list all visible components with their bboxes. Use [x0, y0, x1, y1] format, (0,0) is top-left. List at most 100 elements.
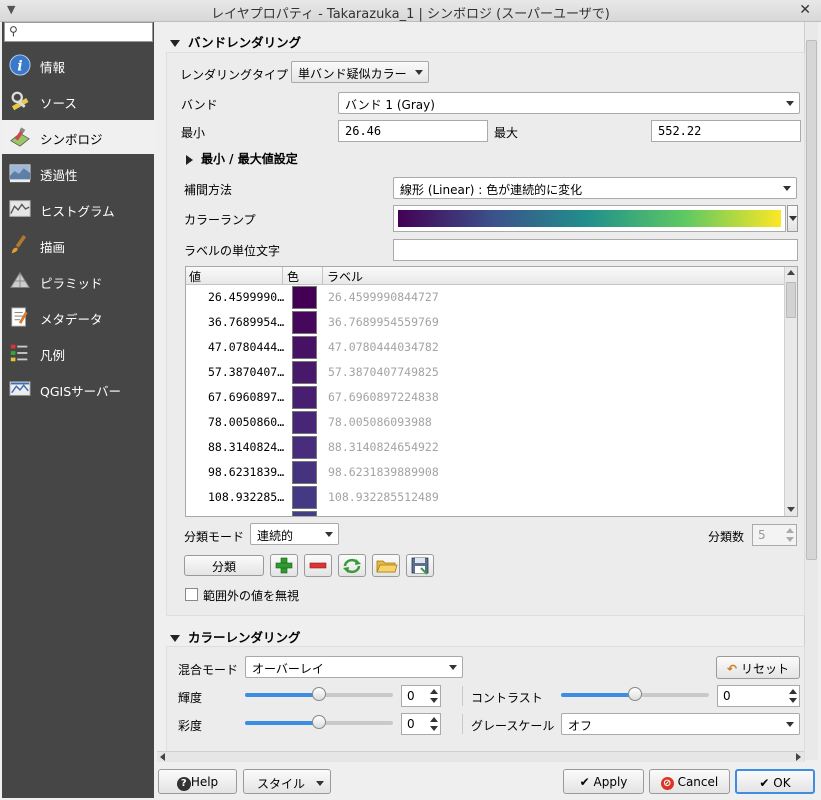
reset-button[interactable]: ↶ リセット	[716, 656, 800, 679]
row-value[interactable]: 78.0050860…	[208, 415, 284, 429]
spin-down-icon[interactable]	[430, 698, 438, 703]
reverse-classes-button[interactable]	[338, 554, 366, 577]
sidebar-item-pyramid[interactable]: ピラミッド	[2, 264, 154, 298]
sidebar-item-source[interactable]: ソース	[2, 84, 154, 118]
interpolation-select[interactable]: 線形 (Linear) : 色が連続的に変化	[393, 177, 797, 199]
load-color-map-button[interactable]	[372, 554, 400, 577]
row-color-swatch[interactable]	[292, 361, 317, 384]
grayscale-select[interactable]: オフ	[561, 713, 800, 735]
main-scrollbar[interactable]	[804, 22, 818, 760]
band-rendering-header[interactable]: バンドレンダリング	[170, 32, 301, 51]
row-label[interactable]: 78.005086093988	[328, 415, 432, 429]
sidebar-item-metadata[interactable]: メタデータ	[2, 300, 154, 334]
horizontal-scrollbar[interactable]	[157, 751, 804, 762]
table-row[interactable]: 47.0780444… 47.0780444034782	[186, 335, 784, 360]
row-label[interactable]: 47.0780444034782	[328, 340, 439, 354]
row-color-swatch[interactable]	[292, 286, 317, 309]
table-row[interactable]: 57.3870407… 57.3870407749825	[186, 360, 784, 385]
color-rendering-header[interactable]: カラーレンダリング	[170, 627, 301, 646]
row-value[interactable]: 108.932285…	[208, 490, 284, 504]
row-label[interactable]: 26.4599990844727	[328, 290, 439, 304]
saturation-spinbox[interactable]: 0	[401, 713, 441, 735]
table-row[interactable]: 67.6960897… 67.6960897224838	[186, 385, 784, 410]
column-header-label[interactable]: ラベル	[327, 268, 363, 285]
help-button[interactable]: ? Help	[158, 769, 237, 794]
table-row[interactable]: 78.0050860… 78.005086093988	[186, 410, 784, 435]
max-value-input[interactable]: 552.22	[651, 120, 801, 142]
row-color-swatch[interactable]	[292, 486, 317, 509]
slider-handle[interactable]	[312, 715, 326, 729]
spin-up-icon[interactable]	[789, 689, 797, 694]
cancel-button[interactable]: ⊘ Cancel	[649, 769, 730, 794]
classes-spinbox[interactable]: 5	[752, 524, 797, 546]
style-menu-button[interactable]: スタイル	[243, 769, 331, 794]
color-map-table[interactable]: 値 色 ラベル 26.4599990… 26.4599990844727 36.76…	[185, 266, 798, 517]
spin-up-icon[interactable]	[430, 689, 438, 694]
row-color-swatch[interactable]	[292, 386, 317, 409]
slider-handle[interactable]	[312, 687, 326, 701]
saturation-slider[interactable]	[245, 715, 393, 729]
column-header-color[interactable]: 色	[287, 268, 299, 285]
row-value[interactable]: 67.6960897…	[208, 390, 284, 404]
scroll-down-icon[interactable]	[787, 507, 795, 512]
sidebar-item-rendering[interactable]: 描画	[2, 228, 154, 262]
ok-button[interactable]: ✔ OK	[735, 769, 815, 794]
row-label[interactable]: 98.6231839889908	[328, 465, 439, 479]
spin-up-icon[interactable]	[430, 717, 438, 722]
save-color-map-button[interactable]	[406, 554, 434, 577]
spin-up-icon[interactable]	[786, 528, 794, 533]
scroll-left-icon[interactable]	[160, 753, 165, 761]
sidebar-item-histogram[interactable]: ヒストグラム	[2, 192, 154, 226]
sidebar-item-info[interactable]: i 情報	[2, 48, 154, 82]
close-icon[interactable]: ✕	[799, 2, 811, 18]
column-header-value[interactable]: 値	[189, 268, 201, 285]
row-color-swatch[interactable]	[292, 511, 317, 516]
sidebar-item-legend[interactable]: 凡例	[2, 336, 154, 370]
row-value[interactable]: 26.4599990…	[208, 290, 284, 304]
contrast-slider[interactable]	[561, 687, 709, 701]
remove-class-button[interactable]	[304, 554, 332, 577]
row-color-swatch[interactable]	[292, 411, 317, 434]
table-scrollbar[interactable]	[784, 267, 797, 516]
clip-out-of-range-checkbox[interactable]	[185, 588, 198, 601]
row-color-swatch[interactable]	[292, 311, 317, 334]
sidebar-item-transparency[interactable]: 透過性	[2, 156, 154, 190]
table-row[interactable]: 98.6231839… 98.6231839889908	[186, 460, 784, 485]
sidebar-item-symbology[interactable]: シンボロジ	[2, 120, 154, 154]
row-value[interactable]: 57.3870407…	[208, 365, 284, 379]
color-ramp-menu-button[interactable]	[787, 205, 798, 232]
render-type-select[interactable]: 単バンド疑似カラー	[291, 61, 429, 83]
brightness-slider[interactable]	[245, 687, 393, 701]
table-row[interactable]: 88.3140824… 88.3140824654922	[186, 435, 784, 460]
row-label[interactable]: 108.932285512489	[328, 490, 439, 504]
apply-button[interactable]: ✔ Apply	[563, 769, 644, 794]
min-value-input[interactable]: 26.46	[338, 120, 488, 142]
row-label[interactable]: 88.3140824654922	[328, 440, 439, 454]
mode-select[interactable]: 連続的	[250, 523, 339, 545]
row-value[interactable]: 88.3140824…	[208, 440, 284, 454]
row-label[interactable]: 67.6960897224838	[328, 390, 439, 404]
table-row-partial[interactable]	[186, 510, 784, 516]
row-color-swatch[interactable]	[292, 336, 317, 359]
table-scrollbar-thumb[interactable]	[786, 282, 796, 318]
spin-down-icon[interactable]	[430, 726, 438, 731]
row-value[interactable]: 47.0780444…	[208, 340, 284, 354]
spin-down-icon[interactable]	[786, 537, 794, 542]
table-row[interactable]: 108.932285… 108.932285512489	[186, 485, 784, 510]
contrast-spinbox[interactable]: 0	[717, 685, 800, 707]
scroll-right-icon[interactable]	[796, 753, 801, 761]
minmax-settings-toggle[interactable]: 最小 / 最大値設定	[186, 150, 298, 167]
classify-button[interactable]: 分類	[184, 555, 264, 576]
row-color-swatch[interactable]	[292, 461, 317, 484]
scroll-up-icon[interactable]	[787, 270, 795, 275]
blend-mode-select[interactable]: オーバーレイ	[245, 656, 463, 678]
table-row[interactable]: 36.7689954… 36.7689954559769	[186, 310, 784, 335]
brightness-spinbox[interactable]: 0	[401, 685, 441, 707]
row-value[interactable]: 36.7689954…	[208, 315, 284, 329]
row-value[interactable]: 98.6231839…	[208, 465, 284, 479]
sidebar-item-qgis-server[interactable]: QGISサーバー	[2, 372, 154, 406]
slider-handle[interactable]	[628, 687, 642, 701]
color-ramp-button[interactable]	[393, 205, 786, 232]
sidebar-search-input[interactable]: ⚲	[4, 22, 153, 42]
main-scrollbar-thumb[interactable]	[806, 40, 817, 560]
